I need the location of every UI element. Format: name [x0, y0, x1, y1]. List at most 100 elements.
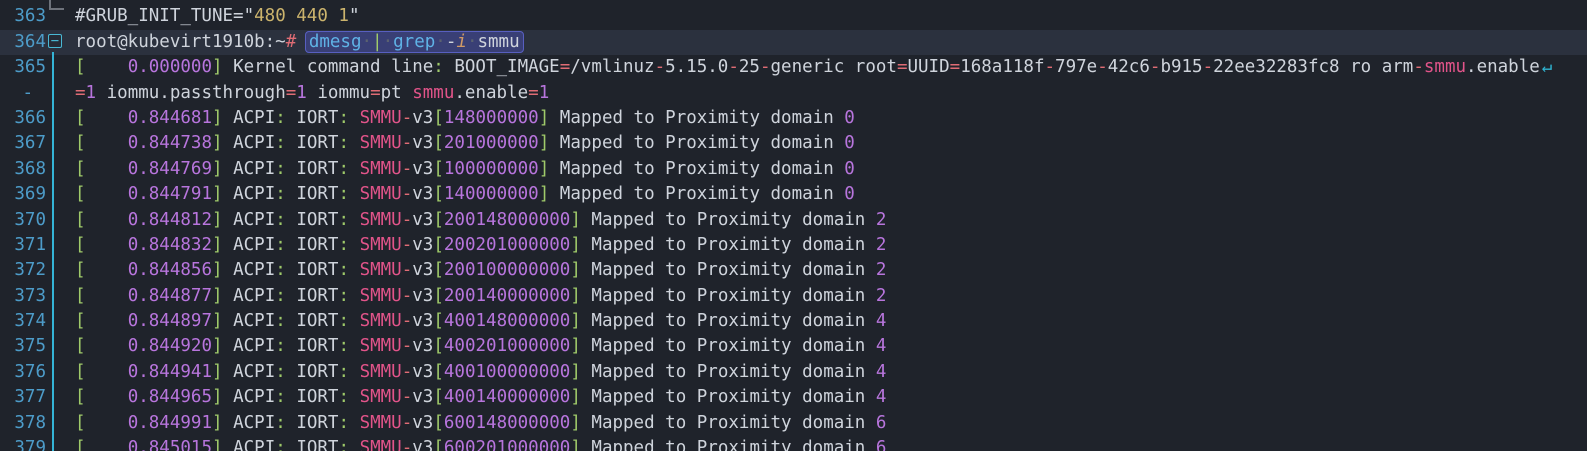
fold-collapse-icon[interactable]: − — [48, 34, 62, 48]
code-token: : — [338, 336, 349, 356]
code-token — [349, 210, 360, 230]
code-line[interactable]: 363 #GRUB_INIT_TUNE="480 440 1" — [0, 4, 1587, 29]
code-token: BOOT_IMAGE — [444, 57, 560, 77]
code-line[interactable]: 366 [ 0.844681] ACPI: IORT: SMMU-v3[14800… — [0, 106, 1587, 131]
code-line[interactable]: 369 [ 0.844791] ACPI: IORT: SMMU-v3[14000… — [0, 182, 1587, 207]
code-token: 2 — [876, 286, 887, 306]
code-line-text[interactable]: [ 0.844769] ACPI: IORT: SMMU-v3[10000000… — [75, 157, 1587, 182]
code-token — [349, 311, 360, 331]
code-token: = — [286, 83, 297, 103]
code-token — [86, 413, 128, 433]
gutter-fold-area — [46, 360, 75, 385]
wrapped-line-marker[interactable]: - — [0, 81, 46, 106]
code-line-text[interactable]: [ 0.845015] ACPI: IORT: SMMU-v3[60020100… — [75, 436, 1587, 451]
code-token: 4 — [876, 387, 887, 407]
code-token: : — [275, 159, 286, 179]
code-token — [349, 413, 360, 433]
code-token: [ — [75, 260, 86, 280]
code-line-text[interactable]: [ 0.844856] ACPI: IORT: SMMU-v3[20010000… — [75, 258, 1587, 283]
code-token: smmu — [477, 32, 519, 52]
gutter-line-number[interactable]: 366 — [0, 106, 46, 131]
code-line-text[interactable]: [ 0.844941] ACPI: IORT: SMMU-v3[40010000… — [75, 360, 1587, 385]
gutter-line-number[interactable]: 375 — [0, 334, 46, 359]
code-line[interactable]: 364−root@kubevirt1910b:~# dmesg·|·grep·-… — [0, 30, 1587, 55]
code-token: : — [338, 362, 349, 382]
code-token: 1 — [539, 83, 550, 103]
gutter-line-number[interactable]: 370 — [0, 208, 46, 233]
code-token: [ — [75, 387, 86, 407]
code-line[interactable]: -=1 iommu.passthrough=1 iommu=pt smmu.en… — [0, 81, 1587, 106]
gutter-line-number[interactable]: 379 — [0, 436, 46, 451]
code-token: smmu — [412, 83, 454, 103]
code-line-text[interactable]: [ 0.844681] ACPI: IORT: SMMU-v3[14800000… — [75, 106, 1587, 131]
code-token: [ — [75, 108, 86, 128]
code-line-text[interactable]: [ 0.844897] ACPI: IORT: SMMU-v3[40014800… — [75, 309, 1587, 334]
gutter-line-number[interactable]: 374 — [0, 309, 46, 334]
gutter-line-number[interactable]: 373 — [0, 284, 46, 309]
code-token: : — [338, 438, 349, 451]
code-line-text[interactable]: [ 0.844812] ACPI: IORT: SMMU-v3[20014800… — [75, 208, 1587, 233]
code-line[interactable]: 374 [ 0.844897] ACPI: IORT: SMMU-v3[40014… — [0, 309, 1587, 334]
whitespace-dot: · — [383, 32, 394, 52]
gutter-line-number[interactable]: 364 — [0, 30, 46, 55]
code-line[interactable]: 371 [ 0.844832] ACPI: IORT: SMMU-v3[20020… — [0, 233, 1587, 258]
gutter-line-number[interactable]: 363 — [0, 4, 46, 29]
code-line[interactable]: 379 [ 0.845015] ACPI: IORT: SMMU-v3[60020… — [0, 436, 1587, 451]
code-line[interactable]: 368 [ 0.844769] ACPI: IORT: SMMU-v3[10000… — [0, 157, 1587, 182]
code-token: 0.844991 — [128, 413, 212, 433]
code-line[interactable]: 365 [ 0.000000] Kernel command line: BOOT… — [0, 55, 1587, 80]
gutter-line-number[interactable]: 376 — [0, 360, 46, 385]
code-line[interactable]: 375 [ 0.844920] ACPI: IORT: SMMU-v3[40020… — [0, 334, 1587, 359]
code-line[interactable]: 373 [ 0.844877] ACPI: IORT: SMMU-v3[20014… — [0, 284, 1587, 309]
code-line[interactable]: 378 [ 0.844991] ACPI: IORT: SMMU-v3[60014… — [0, 411, 1587, 436]
code-token: SMMU — [360, 413, 402, 433]
code-token: 400140000000 — [444, 387, 570, 407]
editor-rows[interactable]: # Uncomment to get a beep at grub start3… — [0, 0, 1587, 451]
gutter-fold-area — [46, 233, 75, 258]
code-line-text[interactable]: =1 iommu.passthrough=1 iommu=pt smmu.ena… — [75, 81, 1587, 106]
code-line-text[interactable]: [ 0.844832] ACPI: IORT: SMMU-v3[20020100… — [75, 233, 1587, 258]
code-token: 400201000000 — [444, 336, 570, 356]
code-editor[interactable]: # Uncomment to get a beep at grub start3… — [0, 0, 1587, 451]
code-line-text[interactable]: [ 0.844738] ACPI: IORT: SMMU-v3[20100000… — [75, 131, 1587, 156]
code-token: ] — [570, 362, 581, 382]
code-token: [ — [75, 57, 86, 77]
code-line-text[interactable]: [ 0.844877] ACPI: IORT: SMMU-v3[20014000… — [75, 284, 1587, 309]
code-line-text[interactable]: [ 0.844965] ACPI: IORT: SMMU-v3[40014000… — [75, 385, 1587, 410]
code-line-text[interactable]: root@kubevirt1910b:~# dmesg·|·grep·-i·sm… — [75, 30, 1587, 55]
code-token: : — [275, 286, 286, 306]
code-line-text[interactable]: [ 0.844991] ACPI: IORT: SMMU-v3[60014800… — [75, 411, 1587, 436]
code-token — [86, 336, 128, 356]
gutter-line-number[interactable]: 378 — [0, 411, 46, 436]
code-token: ] — [570, 260, 581, 280]
code-line-text[interactable]: [ 0.000000] Kernel command line: BOOT_IM… — [75, 55, 1587, 80]
gutter-line-number[interactable]: 377 — [0, 385, 46, 410]
code-token: SMMU — [360, 210, 402, 230]
code-token: 400148000000 — [444, 311, 570, 331]
code-token: 0.844832 — [128, 235, 212, 255]
code-token: generic root — [771, 57, 897, 77]
code-token: ACPI — [223, 159, 276, 179]
code-line-text[interactable]: #GRUB_INIT_TUNE="480 440 1" — [75, 4, 1587, 29]
gutter-line-number[interactable]: 365 — [0, 55, 46, 80]
code-token — [349, 159, 360, 179]
code-token: [ — [75, 286, 86, 306]
selection-highlight[interactable]: dmesg·|·grep·-i·smmu — [305, 31, 524, 53]
gutter-line-number[interactable]: 372 — [0, 258, 46, 283]
code-token: v3 — [412, 413, 433, 433]
code-line[interactable]: 376 [ 0.844941] ACPI: IORT: SMMU-v3[40010… — [0, 360, 1587, 385]
code-token: : — [275, 108, 286, 128]
gutter-line-number[interactable]: 367 — [0, 131, 46, 156]
code-token — [349, 235, 360, 255]
code-line[interactable]: 377 [ 0.844965] ACPI: IORT: SMMU-v3[40014… — [0, 385, 1587, 410]
gutter-line-number[interactable]: 371 — [0, 233, 46, 258]
code-line-text[interactable]: [ 0.844920] ACPI: IORT: SMMU-v3[40020100… — [75, 334, 1587, 359]
code-token: : — [338, 108, 349, 128]
code-line[interactable]: 372 [ 0.844856] ACPI: IORT: SMMU-v3[20010… — [0, 258, 1587, 283]
gutter-line-number[interactable]: 369 — [0, 182, 46, 207]
code-line-text[interactable]: [ 0.844791] ACPI: IORT: SMMU-v3[14000000… — [75, 182, 1587, 207]
code-line[interactable]: 367 [ 0.844738] ACPI: IORT: SMMU-v3[20100… — [0, 131, 1587, 156]
code-token: 4 — [876, 362, 887, 382]
code-line[interactable]: 370 [ 0.844812] ACPI: IORT: SMMU-v3[20014… — [0, 208, 1587, 233]
gutter-line-number[interactable]: 368 — [0, 157, 46, 182]
